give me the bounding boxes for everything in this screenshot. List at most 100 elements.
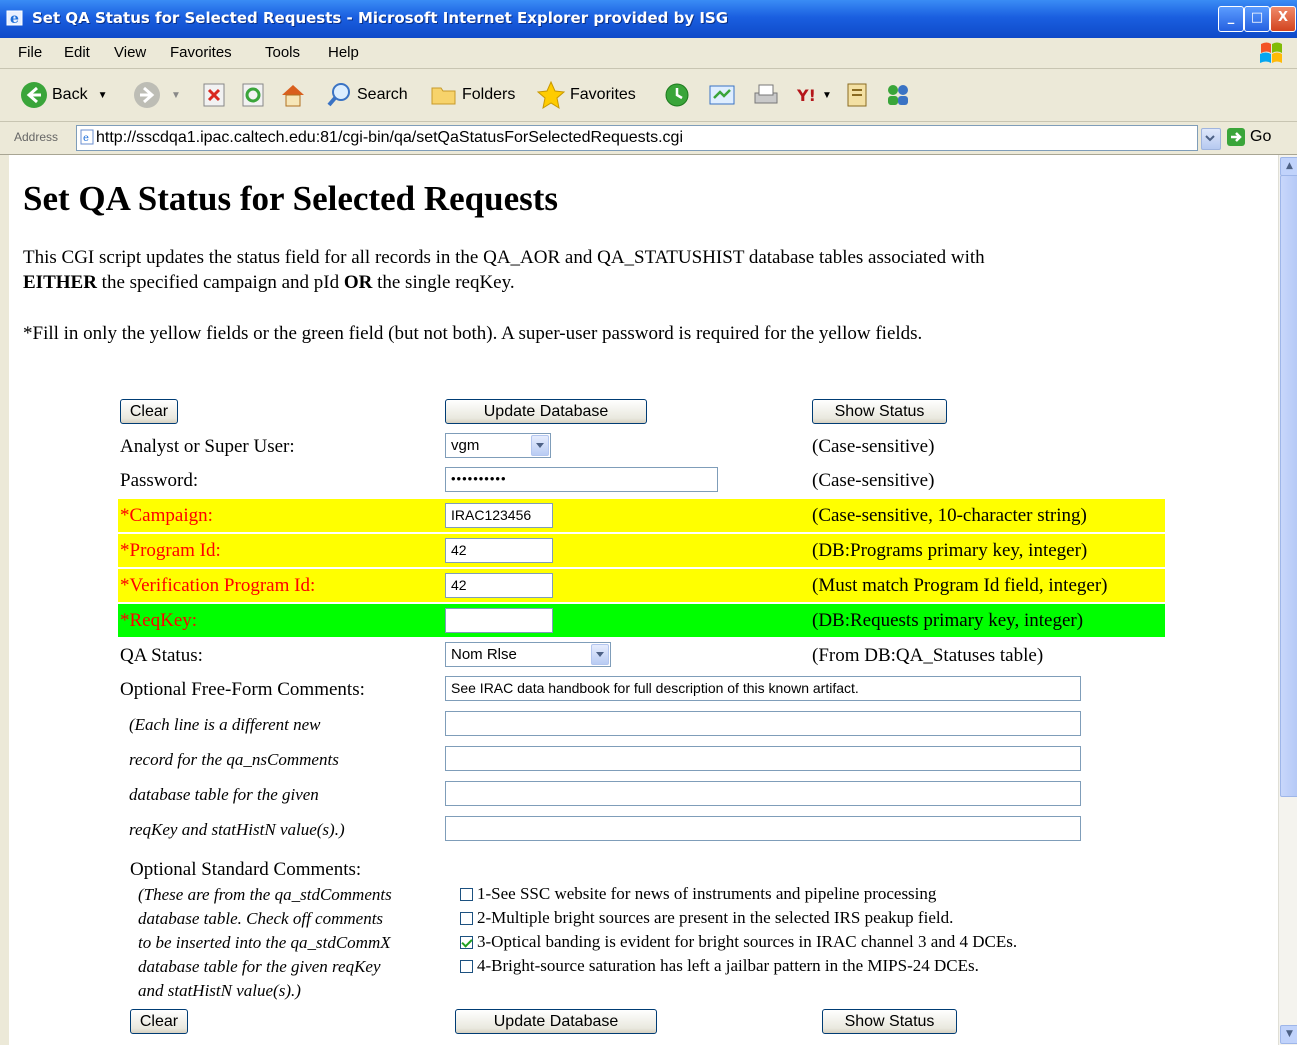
std-comment-checkbox-3[interactable] [460,936,473,949]
search-label: Search [357,86,408,103]
stop-button[interactable] [202,79,226,111]
menu-favorites[interactable]: Favorites [170,44,232,61]
analyst-value: vgm [451,437,480,454]
menu-file[interactable]: File [18,44,42,61]
std-comment-label-4: 4-Bright-source saturation has left a ja… [477,956,979,975]
show-status-button-bottom[interactable]: Show Status [822,1009,957,1034]
clear-button-top[interactable]: Clear [120,399,178,424]
comment-field-3[interactable] [445,746,1081,771]
clear-button-bottom[interactable]: Clear [130,1009,188,1034]
menu-edit[interactable]: Edit [64,44,90,61]
messenger-icon [888,85,908,105]
search-button[interactable]: Search [325,79,408,111]
std-help-5: and statHistN value(s).) [138,981,301,1000]
campaign-field[interactable]: IRAC123456 [445,503,553,528]
minimize-button[interactable]: _ [1218,6,1244,32]
ie-logo-icon: e [6,10,23,27]
stop-icon [203,83,225,107]
std-comment-checkbox-1[interactable] [460,888,473,901]
messenger-button[interactable] [883,79,913,111]
campaign-note: (Case-sensitive, 10-character string) [812,505,1087,526]
address-url: http://sscdqa1.ipac.caltech.edu:81/cgi-b… [96,129,684,146]
forward-dropdown-icon[interactable]: ▼ [171,90,181,101]
intro-either: EITHER [23,272,97,293]
comments-help-3: database table for the given [129,785,319,804]
go-button[interactable]: Go [1226,127,1271,147]
svg-text:e: e [10,11,19,27]
address-bar: Address e http://sscdqa1.ipac.caltech.ed… [0,122,1297,155]
history-button[interactable] [663,79,691,111]
std-help-2: database table. Check off comments [138,909,384,928]
maximize-button[interactable]: □ [1244,6,1270,32]
scroll-thumb[interactable] [1280,175,1297,797]
favorites-button[interactable]: Favorites [536,79,636,111]
analyst-select[interactable]: vgm [445,433,551,458]
show-status-button-top[interactable]: Show Status [812,399,947,424]
yahoo-button[interactable]: Y! ▼ [796,79,832,111]
reqkey-field[interactable] [445,608,553,633]
intro-line-2: EITHER the specified campaign and pId OR… [23,272,515,294]
program-id-field[interactable]: 42 [445,538,553,563]
go-label: Go [1250,128,1272,145]
comment-field-5[interactable] [445,816,1081,841]
page-title: Set QA Status for Selected Requests [23,179,559,218]
home-button[interactable] [279,79,307,111]
window-title: Set QA Status for Selected Requests - Mi… [32,9,729,27]
update-database-button-bottom[interactable]: Update Database [455,1009,657,1034]
folder-icon [431,87,456,105]
intro-end: the single reqKey. [372,272,515,293]
update-database-button-top[interactable]: Update Database [445,399,647,424]
qa-status-label: QA Status: [120,645,203,666]
std-comment-label-2: 2-Multiple bright sources are present in… [477,908,954,927]
vertical-scrollbar[interactable]: ▲ ▼ [1278,155,1297,1045]
verification-field[interactable]: 42 [445,573,553,598]
forward-arrow-icon [134,82,160,108]
menu-bar: File Edit View Favorites Tools Help [0,38,1297,69]
refresh-button[interactable] [241,79,265,111]
std-comments-label: Optional Standard Comments: [130,859,362,880]
close-button[interactable]: X [1270,6,1296,32]
media-icon [709,85,735,105]
media-button[interactable] [708,79,736,111]
folders-button[interactable]: Folders [430,79,515,111]
program-id-label: *Program Id: [120,540,221,561]
std-help-4: database table for the given reqKey [138,957,381,976]
scroll-up-icon[interactable]: ▲ [1280,157,1297,176]
back-button[interactable]: Back ▼ [20,79,107,111]
print-button[interactable] [751,79,781,111]
comment-field-4[interactable] [445,781,1081,806]
password-note: (Case-sensitive) [812,470,935,491]
analyst-label: Analyst or Super User: [120,436,295,457]
address-label: Address [14,130,59,144]
menu-help[interactable]: Help [328,44,359,61]
std-comment-checkbox-4[interactable] [460,960,473,973]
comments-help-4: reqKey and statHistN value(s).) [129,820,345,839]
toolbar: Back ▼ ▼ Search Folders Favorites Y! ▼ [0,69,1297,122]
yahoo-dropdown-icon[interactable]: ▼ [822,90,832,101]
scroll-down-icon[interactable]: ▼ [1280,1025,1297,1044]
svg-text:Y!: Y! [796,86,816,105]
comment-field-1[interactable]: See IRAC data handbook for full descript… [445,676,1081,701]
research-button[interactable] [845,79,871,111]
refresh-icon [242,83,264,107]
forward-button[interactable]: ▼ [133,79,181,111]
comment-field-2[interactable] [445,711,1081,736]
menu-tools[interactable]: Tools [265,44,300,61]
svg-text:e: e [83,133,89,144]
std-comment-label-1: 1-See SSC website for news of instrument… [477,884,937,903]
qa-status-select[interactable]: Nom Rlse [445,642,611,667]
search-icon [327,83,350,107]
password-field[interactable]: •••••••••• [445,467,718,492]
yahoo-icon: Y! [796,86,816,105]
go-arrow-icon [1227,128,1245,146]
chevron-down-icon [591,644,609,665]
std-comment-checkbox-2[interactable] [460,912,473,925]
comments-help-1: (Each line is a different new [129,715,321,734]
page-icon: e [80,129,94,145]
menu-view[interactable]: View [114,44,146,61]
favorites-label: Favorites [570,86,636,103]
back-arrow-icon [21,82,47,108]
reqkey-note: (DB:Requests primary key, integer) [812,610,1084,631]
address-dropdown-icon[interactable] [1201,128,1221,150]
back-dropdown-icon[interactable]: ▼ [98,90,108,101]
